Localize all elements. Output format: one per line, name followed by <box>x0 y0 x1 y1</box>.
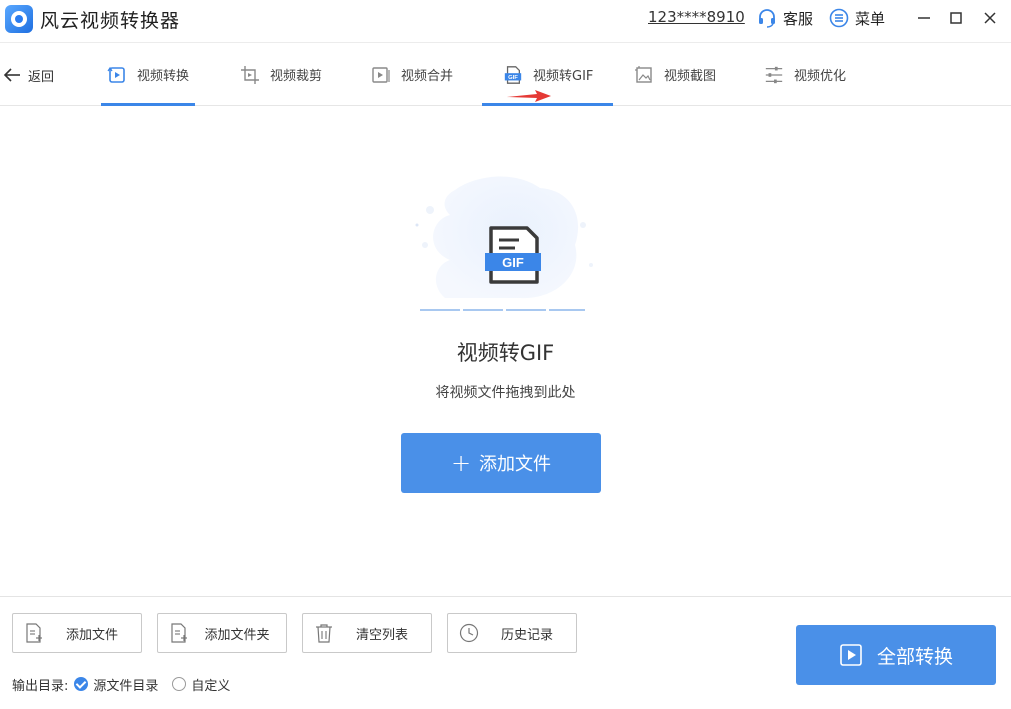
svg-text:GIF: GIF <box>502 255 524 270</box>
customer-service-label: 客服 <box>783 9 814 28</box>
back-label: 返回 <box>28 69 55 85</box>
add-file-label: 添加文件 <box>65 627 118 643</box>
tab-label: 视频裁剪 <box>270 69 323 84</box>
radio-checked-icon <box>74 677 89 691</box>
tab-label: 视频优化 <box>794 69 847 84</box>
drop-area-title: 视频转GIF <box>456 341 555 365</box>
radio-source-label: 源文件目录 <box>93 678 159 694</box>
radio-custom-directory[interactable]: 自定义 <box>172 675 230 694</box>
app-logo-icon <box>5 5 33 33</box>
gif-drop-illustration: GIF <box>405 170 605 315</box>
drop-area-hint: 将视频文件拖拽到此处 <box>435 385 576 401</box>
tab-video-merge[interactable]: 视频合并 <box>365 43 459 106</box>
tab-video-crop[interactable]: 视频裁剪 <box>234 43 328 106</box>
maximize-icon[interactable] <box>944 6 968 30</box>
gif-icon: GIF <box>504 65 522 84</box>
radio-source-directory[interactable]: 源文件目录 <box>74 675 158 694</box>
tab-label: 视频转GIF <box>533 69 594 84</box>
history-label: 历史记录 <box>500 627 553 643</box>
video-convert-icon <box>107 66 125 83</box>
add-file-main-button[interactable]: + 添加文件 <box>401 433 601 493</box>
minimize-icon[interactable] <box>912 6 936 30</box>
account-link[interactable]: 123****8910 <box>648 8 745 26</box>
add-folder-label: 添加文件夹 <box>204 627 270 643</box>
output-directory-label: 输出目录: <box>12 678 69 694</box>
add-folder-button[interactable]: 添加文件夹 <box>157 613 287 653</box>
video-merge-icon <box>372 66 390 83</box>
menu-label: 菜单 <box>855 9 886 28</box>
tab-label: 视频转换 <box>137 69 190 84</box>
clear-list-button[interactable]: 清空列表 <box>302 613 432 653</box>
convert-all-button[interactable]: 全部转换 <box>796 625 996 685</box>
tab-label: 视频合并 <box>401 69 454 84</box>
back-button[interactable]: 返回 <box>2 63 54 87</box>
bottom-divider <box>0 596 1011 597</box>
menu-button[interactable]: 菜单 <box>829 7 885 29</box>
output-directory-row: 输出目录: 源文件目录 自定义 <box>12 675 244 694</box>
menu-icon <box>829 8 849 28</box>
tab-video-optimize[interactable]: 视频优化 <box>758 43 852 106</box>
plus-icon: + <box>450 449 472 477</box>
screenshot-icon <box>635 65 652 83</box>
arrow-left-icon <box>3 68 20 82</box>
add-file-button[interactable]: 添加文件 <box>12 613 142 653</box>
headset-icon <box>759 9 775 28</box>
optimize-icon <box>765 66 783 83</box>
history-button[interactable]: 历史记录 <box>447 613 577 653</box>
tab-video-screenshot[interactable]: 视频截图 <box>628 43 722 106</box>
tab-label: 视频截图 <box>664 69 717 84</box>
add-file-main-label: 添加文件 <box>479 454 552 475</box>
tab-video-convert[interactable]: 视频转换 <box>101 43 196 106</box>
clear-list-label: 清空列表 <box>355 627 408 643</box>
play-icon <box>840 644 862 666</box>
convert-all-label: 全部转换 <box>876 645 953 668</box>
close-icon[interactable] <box>978 6 1002 30</box>
video-crop-icon <box>241 65 259 84</box>
title-bar: 风云视频转换器 123****8910 客服 菜单 <box>0 0 1011 38</box>
radio-unchecked-icon <box>172 677 187 691</box>
app-title: 风云视频转换器 <box>40 10 181 32</box>
feature-tab-bar: 返回 视频转换 视频裁剪 视频合并 GIF 视频转GIF 视频截图 视频优化 <box>0 42 1011 106</box>
arrow-right-icon <box>507 90 551 102</box>
customer-service-button[interactable]: 客服 <box>757 7 813 29</box>
svg-text:GIF: GIF <box>508 75 518 81</box>
radio-custom-label: 自定义 <box>191 678 231 694</box>
